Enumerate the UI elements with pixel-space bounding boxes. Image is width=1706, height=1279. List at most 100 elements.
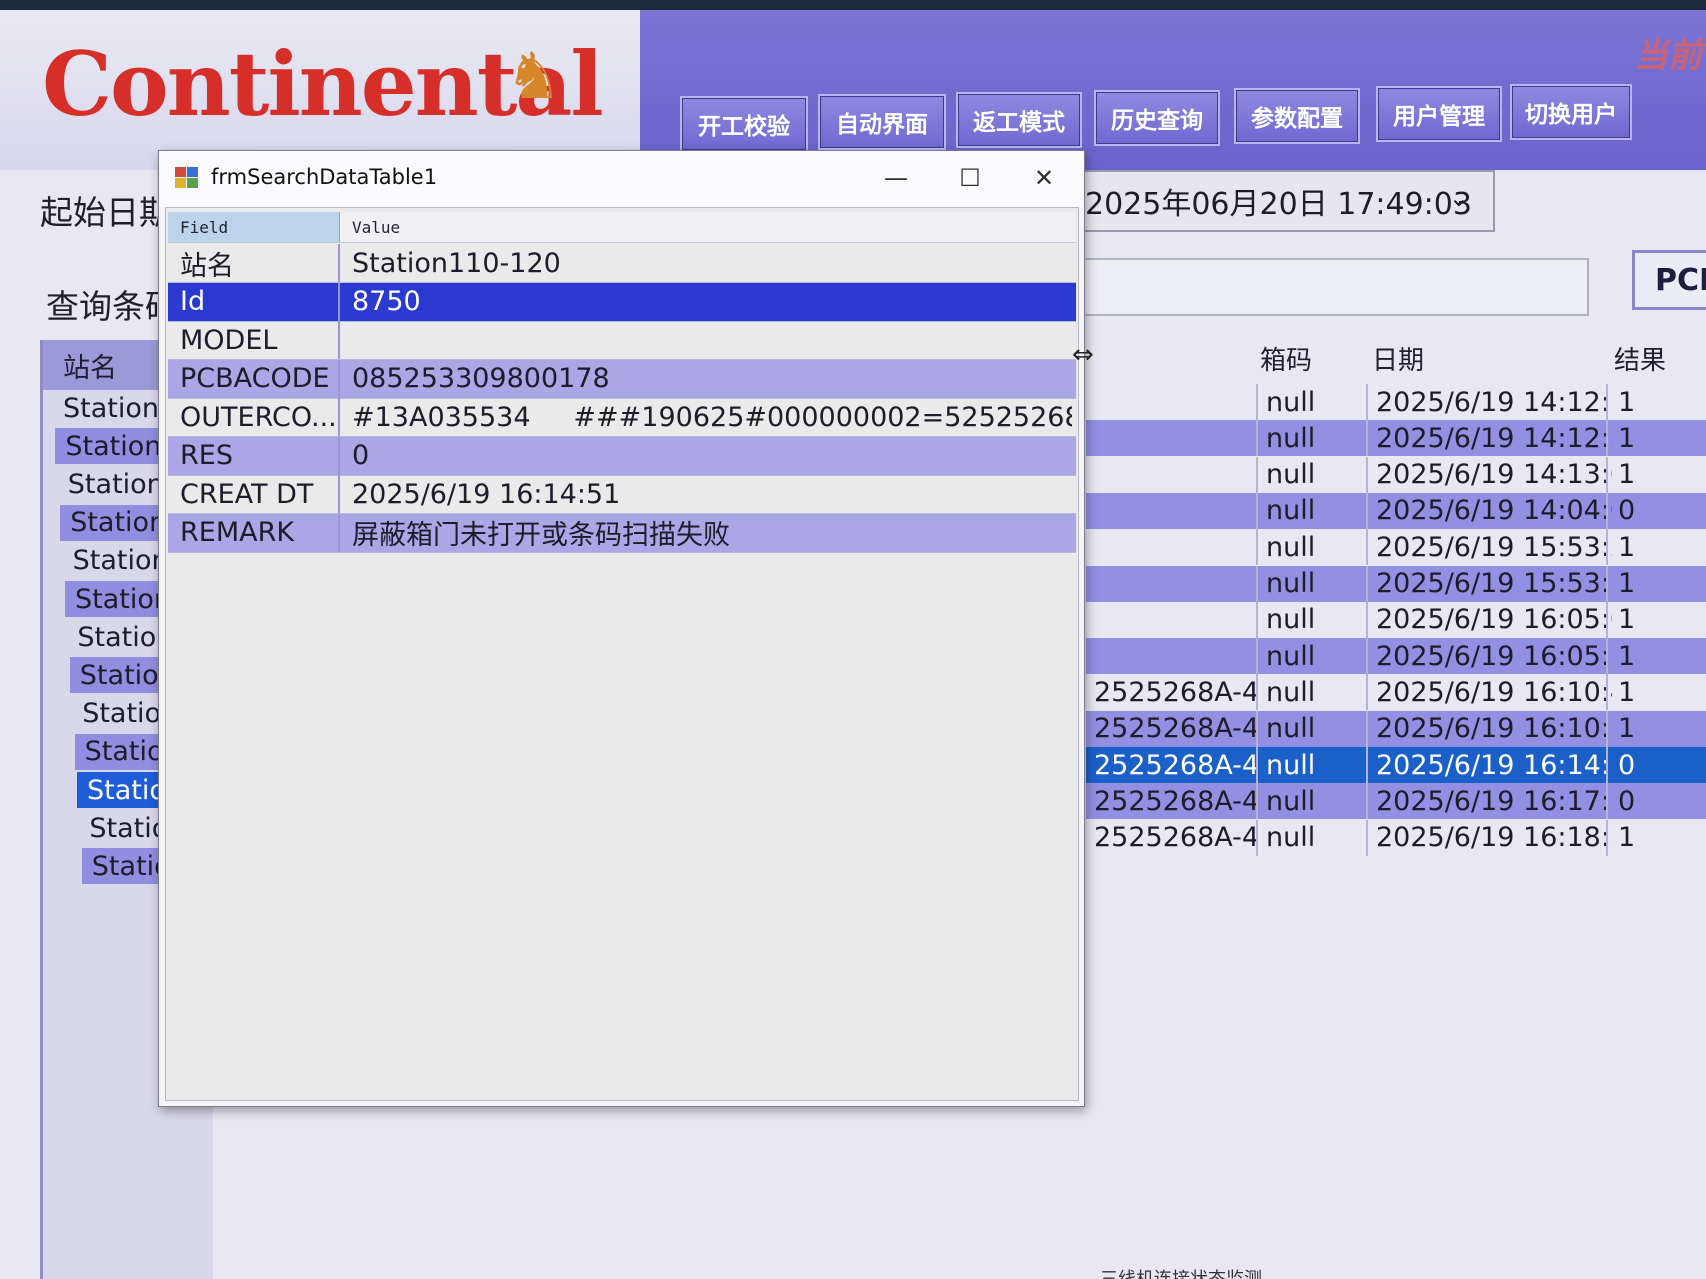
cell-result: 1 (1618, 604, 1636, 636)
cell-result: 1 (1618, 676, 1636, 708)
cell-outer-code: 2525268A-45 (1094, 713, 1260, 745)
column-header-value[interactable]: Value (340, 212, 400, 242)
field-value-row[interactable]: MODEL (168, 321, 1076, 360)
cell-result: 1 (1618, 422, 1636, 454)
grid-header-date: 日期 (1372, 345, 1425, 376)
cell-box-code: null (1266, 676, 1316, 708)
cell-box-code: null (1266, 422, 1316, 454)
nav-button-2[interactable]: 自动界面 (818, 94, 946, 150)
grid-divider (1256, 783, 1258, 820)
nav-button-3[interactable]: 返工模式 (956, 92, 1082, 148)
grid-divider (1606, 783, 1608, 820)
grid-divider (1366, 783, 1368, 820)
query-input[interactable] (1080, 258, 1589, 316)
cell-outer-code: 2525268A-45 (1094, 749, 1260, 781)
cell-date: 2025/6/19 14:12:13 (1376, 386, 1612, 418)
nav-button-1[interactable]: 开工校验 (680, 96, 808, 152)
table-row[interactable]: 2525268A-45null 2025/6/19 16:18:521 (1086, 819, 1706, 856)
cell-outer-code: 2525268A-45 (1094, 676, 1260, 708)
table-row[interactable]: 2525268A-45null 2025/6/19 16:10:561 (1086, 710, 1706, 747)
field-value-row[interactable]: REMARK 屏蔽箱门未打开或条码扫描失败 (168, 513, 1076, 553)
cell-date: 2025/6/19 16:05:30 (1376, 640, 1612, 672)
table-row[interactable]: null 2025/6/19 14:04:020 (1086, 492, 1706, 529)
table-row[interactable]: null 2025/6/19 15:53:561 (1086, 565, 1706, 602)
close-icon[interactable]: ✕ (1021, 161, 1067, 195)
field-cell: CREAT DT (168, 475, 340, 513)
grid-divider (1606, 384, 1608, 420)
cell-box-code: null (1266, 785, 1316, 817)
table-row[interactable]: null 2025/6/19 16:05:301 (1086, 638, 1706, 675)
cell-outer-code (1094, 602, 1260, 638)
grid-divider (1366, 638, 1368, 675)
cell-result: 1 (1618, 713, 1636, 745)
field-cell: OUTERCO... (168, 398, 340, 436)
cell-date: 2025/6/19 15:53:56 (1376, 568, 1612, 599)
chevron-down-icon[interactable]: ⌄ (1449, 184, 1469, 212)
grid-header-result: 结果 (1614, 345, 1667, 376)
horse-logo-icon: ♞ (505, 40, 563, 114)
grid-divider (1366, 819, 1368, 856)
field-cell: MODEL (168, 321, 340, 359)
table-row[interactable]: null 2025/6/19 14:12:131 (1086, 384, 1706, 420)
cell-box-code: null (1266, 531, 1316, 563)
dialog-titlebar[interactable]: frmSearchDataTable1 — ☐ ✕ (159, 151, 1084, 207)
cell-outer-code (1094, 420, 1260, 456)
value-cell: #13A035534 ###190625#000000002=52525268A… (352, 401, 1072, 433)
grid-divider (1256, 384, 1258, 420)
table-row[interactable]: null 2025/6/19 15:53:291 (1086, 529, 1706, 566)
pcb-button[interactable]: PCB (1632, 250, 1706, 310)
grid-divider (1256, 747, 1258, 783)
nav-button-6[interactable]: 用户管理 (1376, 86, 1502, 142)
maximize-icon[interactable]: ☐ (947, 161, 993, 195)
cell-result: 0 (1618, 785, 1636, 817)
cell-date: 2025/6/19 16:18:52 (1376, 822, 1612, 854)
value-cell: 085253309800178 (352, 363, 610, 394)
cell-box-code: null (1266, 386, 1316, 418)
field-value-row[interactable]: Id 8750 (168, 282, 1076, 322)
grid-divider (1606, 565, 1608, 602)
field-cell: RES (168, 436, 340, 475)
dialog-body: Field Value 站名 Station110-120 Id 8750 MODEL P… (165, 207, 1079, 1101)
column-header-field[interactable]: Field (168, 212, 340, 242)
cell-outer-code: 2525268A-45 (1094, 785, 1260, 817)
table-row[interactable]: null 2025/6/19 14:13:001 (1086, 456, 1706, 493)
field-value-row[interactable]: PCBACODE 085253309800178 (168, 359, 1076, 399)
grid-divider (1606, 674, 1608, 711)
cell-date: 2025/6/19 14:04:02 (1376, 495, 1612, 527)
cell-box-code: null (1266, 604, 1316, 636)
nav-button-7[interactable]: 切换用户 (1510, 84, 1632, 140)
grid-divider (1606, 710, 1608, 747)
field-value-row[interactable]: CREAT DT 2025/6/19 16:14:51 (168, 475, 1076, 514)
value-cell: 0 (352, 440, 370, 471)
nav-button-4[interactable]: 历史查询 (1094, 90, 1220, 146)
table-row[interactable]: null 2025/6/19 16:05:071 (1086, 601, 1706, 638)
table-row[interactable]: 2525268A-45null 2025/6/19 16:17:390 (1086, 783, 1706, 820)
cell-date: 2025/6/19 16:10:56 (1376, 713, 1612, 745)
cell-date: 2025/6/19 16:14:51 (1376, 749, 1612, 781)
value-cell: Station110-120 (352, 247, 561, 279)
grid-divider (1256, 710, 1258, 747)
grid-divider (1256, 674, 1258, 711)
end-date-picker[interactable]: 2025年06月20日 17:49:03 ⌄ (1075, 170, 1495, 232)
table-row[interactable]: 2525268A-45null 2025/6/19 16:14:510 (1086, 747, 1706, 783)
field-value-row[interactable]: OUTERCO... #13A035534 ###190625#000000002… (168, 398, 1076, 437)
results-grid[interactable]: 箱码 日期 结果 null2025/6/19 14:12:131null2025… (1086, 336, 1706, 856)
table-row[interactable]: null 2025/6/19 14:12:391 (1086, 420, 1706, 457)
grid-divider (1366, 747, 1368, 783)
cell-date: 2025/6/19 14:12:39 (1376, 422, 1612, 454)
cell-result: 1 (1618, 822, 1636, 854)
nav-button-5[interactable]: 参数配置 (1234, 88, 1360, 144)
value-cell (342, 321, 1072, 359)
grid-divider (1256, 529, 1258, 566)
field-value-row[interactable]: RES 0 (168, 436, 1076, 476)
grid-divider (1606, 456, 1608, 493)
cell-result: 1 (1618, 386, 1636, 418)
grid-divider (1366, 565, 1368, 602)
grid-divider (1606, 747, 1608, 783)
table-row[interactable]: 2525268A-45null 2025/6/19 16:10:401 (1086, 674, 1706, 711)
field-value-row[interactable]: 站名 Station110-120 (168, 244, 1076, 283)
minimize-icon[interactable]: — (873, 161, 919, 195)
value-cell: 2025/6/19 16:14:51 (352, 478, 621, 510)
cell-box-code: null (1266, 640, 1316, 672)
grid-divider (1606, 492, 1608, 529)
